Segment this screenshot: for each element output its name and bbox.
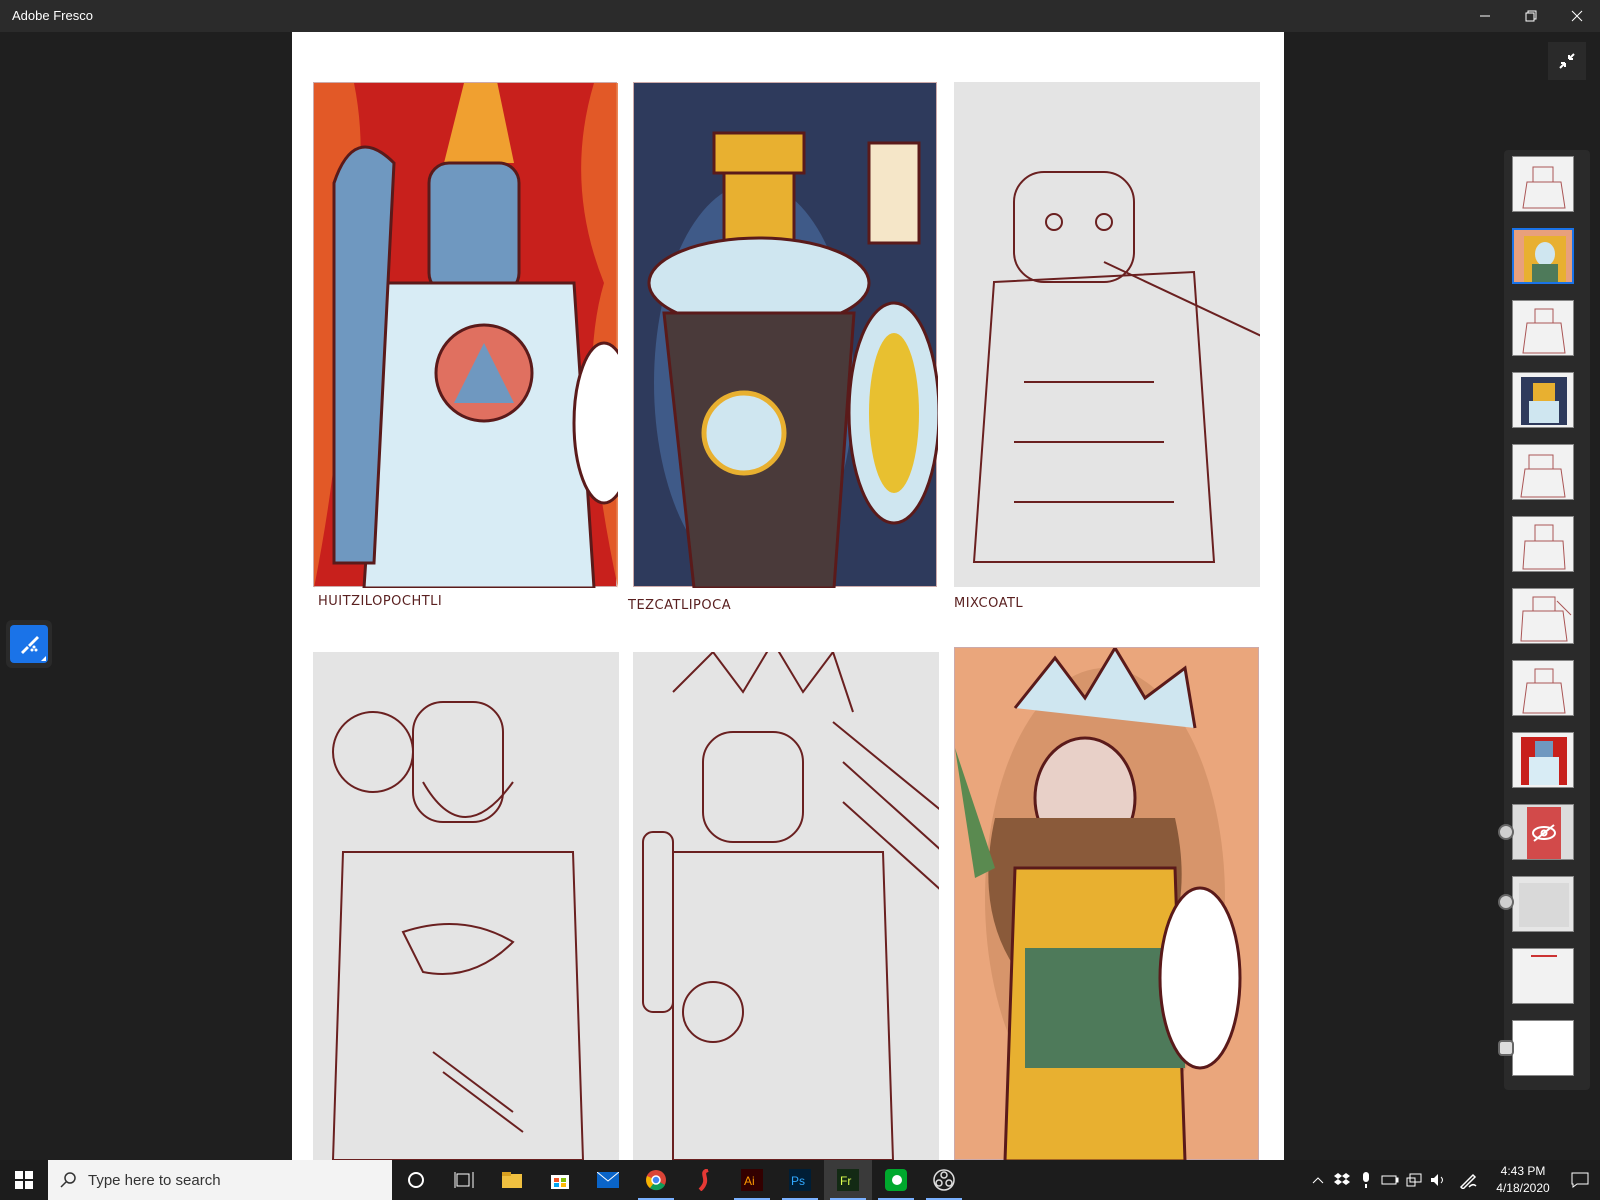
pen-icon xyxy=(1459,1173,1477,1189)
svg-text:Ai: Ai xyxy=(744,1174,755,1188)
illustrator-icon: Ai xyxy=(741,1169,763,1191)
windows-logo-icon xyxy=(15,1171,33,1189)
file-explorer-icon xyxy=(502,1172,522,1188)
caption-huitzilopochtli: HUITZILOPOCHTLI xyxy=(318,594,443,609)
task-view-icon xyxy=(454,1172,474,1188)
layer-thumb-8[interactable] xyxy=(1512,660,1574,716)
lineart-bottom-middle-illustration xyxy=(642,640,944,1160)
title-bar: Adobe Fresco xyxy=(0,0,1600,32)
restore-button[interactable] xyxy=(1508,0,1554,32)
notifications-icon xyxy=(1571,1172,1589,1188)
layer-thumb-12[interactable] xyxy=(1512,948,1574,1004)
layer-thumb-5[interactable] xyxy=(1512,444,1574,500)
brush-tool-button[interactable] xyxy=(6,620,52,668)
panel-lineart-bottom-left xyxy=(313,652,619,1160)
volume-icon xyxy=(1431,1174,1443,1186)
dropbox-tray-icon[interactable] xyxy=(1330,1160,1354,1200)
show-hidden-icons-button[interactable] xyxy=(1306,1160,1330,1200)
volume-tray-icon[interactable] xyxy=(1426,1160,1450,1200)
start-button[interactable] xyxy=(0,1160,48,1200)
layer-thumb-6[interactable] xyxy=(1512,516,1574,572)
layer-thumb-1[interactable] xyxy=(1512,156,1574,212)
evernote-icon xyxy=(885,1169,907,1191)
layer-11-indicator[interactable] xyxy=(1498,894,1514,910)
panel-tezcatlipoca xyxy=(633,82,941,590)
pixel-brush-icon xyxy=(10,625,48,663)
evernote-button[interactable] xyxy=(872,1160,920,1200)
search-placeholder: Type here to search xyxy=(88,1171,221,1189)
clock-date: 4/18/2020 xyxy=(1496,1181,1550,1195)
background-layer-indicator[interactable] xyxy=(1498,1040,1514,1056)
obs-icon xyxy=(933,1169,955,1191)
sketchbook-button[interactable] xyxy=(680,1160,728,1200)
layer-10-indicator[interactable] xyxy=(1498,824,1514,840)
panel-colored-bottom-right xyxy=(954,645,1259,1160)
task-view-button[interactable] xyxy=(440,1160,488,1200)
mixcoatl-illustration xyxy=(972,171,1275,563)
photoshop-icon: Ps xyxy=(789,1169,811,1191)
chrome-icon xyxy=(646,1170,666,1191)
layers-panel xyxy=(1498,150,1590,1090)
taskbar-search-box[interactable]: Type here to search xyxy=(48,1160,392,1200)
caption-mixcoatl: MIXCOATL xyxy=(954,596,1024,611)
minimize-icon xyxy=(1480,15,1490,17)
layer-thumb-7[interactable] xyxy=(1512,588,1574,644)
fresco-icon: Fr xyxy=(837,1169,859,1191)
cortana-button[interactable] xyxy=(392,1160,440,1200)
restore-icon xyxy=(1525,10,1537,22)
clock-time: 4:43 PM xyxy=(1500,1164,1546,1178)
pen-tray-icon[interactable] xyxy=(1450,1160,1486,1200)
battery-icon xyxy=(1381,1175,1399,1185)
search-icon xyxy=(60,1172,76,1188)
layer-thumb-11[interactable] xyxy=(1512,876,1574,932)
mail-button[interactable] xyxy=(584,1160,632,1200)
sketchbook-icon xyxy=(698,1169,709,1191)
caption-tezcatlipoca: TEZCATLIPOCA xyxy=(628,598,732,613)
exit-fullscreen-button[interactable] xyxy=(1548,42,1586,80)
taskbar: Type here to search Ai Ps Fr 4:43 PM 4/1… xyxy=(0,1160,1600,1200)
clock[interactable]: 4:43 PM 4/18/2020 xyxy=(1486,1163,1560,1197)
dropbox-icon xyxy=(1334,1173,1350,1185)
svg-text:Fr: Fr xyxy=(840,1174,851,1188)
chevron-up-icon xyxy=(1312,1177,1324,1184)
mail-icon xyxy=(597,1172,619,1188)
layer-thumb-9[interactable] xyxy=(1512,732,1574,788)
store-icon xyxy=(551,1175,569,1189)
network-tray-icon[interactable] xyxy=(1402,1160,1426,1200)
artwork-canvas[interactable]: HUITZILOPOCHTLI TEZCATLIPOCA MIXCOATL xyxy=(292,32,1284,1160)
photoshop-button[interactable]: Ps xyxy=(776,1160,824,1200)
layer-thumb-10-hidden[interactable] xyxy=(1512,804,1574,860)
illustrator-button[interactable]: Ai xyxy=(728,1160,776,1200)
fresco-button[interactable]: Fr xyxy=(824,1160,872,1200)
cortana-icon xyxy=(408,1172,424,1188)
microphone-icon xyxy=(1363,1172,1369,1188)
battery-tray-icon[interactable] xyxy=(1378,1160,1402,1200)
layer-thumb-13-background[interactable] xyxy=(1512,1020,1574,1076)
microphone-tray-icon[interactable] xyxy=(1354,1160,1378,1200)
panel-lineart-bottom-middle xyxy=(633,640,944,1160)
layer-thumb-4[interactable] xyxy=(1512,372,1574,428)
huitzilopochtli-illustration xyxy=(314,43,636,590)
panel-mixcoatl xyxy=(954,82,1275,587)
close-icon xyxy=(1571,10,1583,22)
panel-huitzilopochtli xyxy=(313,43,636,590)
store-button[interactable] xyxy=(536,1160,584,1200)
obs-button[interactable] xyxy=(920,1160,968,1200)
tezcatlipoca-illustration xyxy=(647,131,941,590)
action-center-button[interactable] xyxy=(1560,1160,1600,1200)
close-button[interactable] xyxy=(1554,0,1600,32)
chrome-button[interactable] xyxy=(632,1160,680,1200)
window-title: Adobe Fresco xyxy=(12,8,93,23)
network-icon xyxy=(1406,1173,1422,1187)
lineart-bottom-left-illustration xyxy=(331,701,585,1160)
layer-thumb-2-selected[interactable] xyxy=(1512,228,1574,284)
svg-text:Ps: Ps xyxy=(791,1174,805,1188)
system-tray: 4:43 PM 4/18/2020 xyxy=(1306,1160,1600,1200)
layer-thumb-3[interactable] xyxy=(1512,300,1574,356)
minimize-button[interactable] xyxy=(1462,0,1508,32)
collapse-arrows-icon xyxy=(1559,53,1575,69)
file-explorer-button[interactable] xyxy=(488,1160,536,1200)
colored-bottom-right-illustration xyxy=(955,645,1242,1160)
